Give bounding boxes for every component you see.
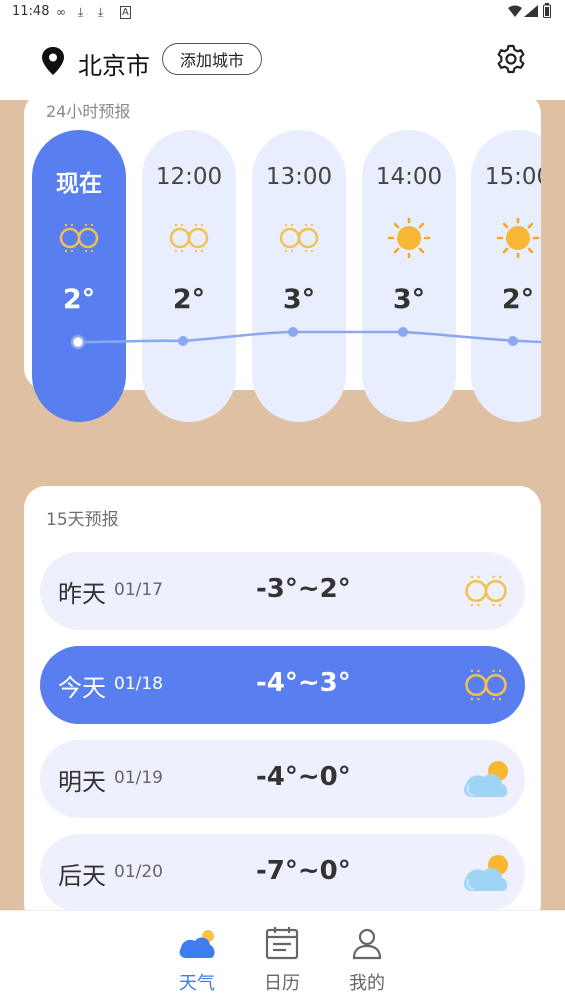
day-name: 后天	[58, 862, 106, 890]
nav-item-calendar[interactable]: 日历	[247, 911, 317, 1005]
gear-icon[interactable]	[496, 44, 526, 74]
day-row-today[interactable]: 今天 01/18 -4°~3°	[40, 646, 525, 724]
infinity-icon: ∞	[56, 5, 66, 19]
hour-item-1500[interactable]: 15:00 2°	[471, 130, 541, 422]
nav-item-profile[interactable]: 我的	[332, 911, 402, 1005]
day-name: 昨天	[58, 580, 106, 608]
nav-label: 日历	[264, 973, 300, 994]
haze-icon	[465, 669, 507, 701]
hourly-forecast-title: 24小时预报	[46, 102, 131, 121]
haze-icon	[59, 224, 99, 252]
cloudy-sun-icon	[464, 855, 508, 891]
daily-forecast-title: 15天预报	[46, 510, 119, 530]
day-date: 01/17	[114, 580, 163, 600]
day-row-day-after-tomorrow[interactable]: 后天 01/20 -7°~0°	[40, 834, 525, 912]
haze-icon	[279, 224, 319, 252]
nav-item-weather[interactable]: 天气	[162, 911, 232, 1005]
day-date: 01/20	[114, 862, 163, 882]
nav-label: 天气	[179, 973, 215, 994]
person-icon	[352, 928, 382, 960]
day-row-tomorrow[interactable]: 明天 01/19 -4°~0°	[40, 740, 525, 818]
weather-cloud-icon	[179, 930, 215, 958]
haze-icon	[465, 575, 507, 607]
status-bar: 11:48 ∞ ⤓ ⤓ A	[0, 0, 565, 26]
hour-item-1200[interactable]: 12:00 2°	[142, 130, 236, 422]
sun-icon	[387, 218, 431, 258]
hour-temp: 3°	[282, 284, 316, 315]
hour-temp: 2°	[501, 284, 535, 315]
add-city-button[interactable]: 添加城市	[162, 43, 262, 75]
hour-temp: 2°	[62, 284, 96, 315]
city-name[interactable]: 北京市	[78, 46, 150, 81]
hour-item-1400[interactable]: 14:00 3°	[362, 130, 456, 422]
hour-time: 12:00	[155, 164, 223, 190]
a-box-icon: A	[120, 6, 131, 19]
calendar-icon	[265, 927, 299, 960]
cloudy-sun-icon	[464, 761, 508, 797]
hour-item-now[interactable]: 现在 2°	[32, 130, 126, 422]
day-name: 明天	[58, 768, 106, 796]
nav-label: 我的	[349, 973, 385, 994]
sun-icon	[496, 218, 540, 258]
day-date: 01/19	[114, 768, 163, 788]
hour-temp: 3°	[392, 284, 426, 315]
day-temp: -3°~2°	[256, 574, 351, 604]
hour-time: 13:00	[265, 164, 333, 190]
day-date: 01/18	[114, 674, 163, 694]
download-icon: ⤓	[78, 5, 84, 19]
location-pin-icon[interactable]	[40, 46, 66, 76]
day-name: 今天	[58, 674, 106, 702]
day-row-yesterday[interactable]: 昨天 01/17 -3°~2°	[40, 552, 525, 630]
day-temp: -7°~0°	[256, 856, 351, 886]
signal-icon	[524, 5, 538, 17]
hour-time: 15:00	[484, 164, 541, 190]
wifi-icon	[508, 5, 522, 17]
day-temp: -4°~0°	[256, 762, 351, 792]
haze-icon	[169, 224, 209, 252]
hour-time: 现在	[56, 171, 102, 197]
hour-time: 14:00	[375, 164, 443, 190]
battery-icon	[543, 3, 551, 18]
bottom-navigation: 天气 日历 我的	[0, 910, 565, 1005]
hour-temp: 2°	[172, 284, 206, 315]
hour-item-1300[interactable]: 13:00 3°	[252, 130, 346, 422]
hour-item-clip: 15:00 2°	[471, 130, 541, 422]
status-time: 11:48	[12, 4, 50, 19]
download-icon: ⤓	[98, 5, 104, 19]
day-temp: -4°~3°	[256, 668, 351, 698]
